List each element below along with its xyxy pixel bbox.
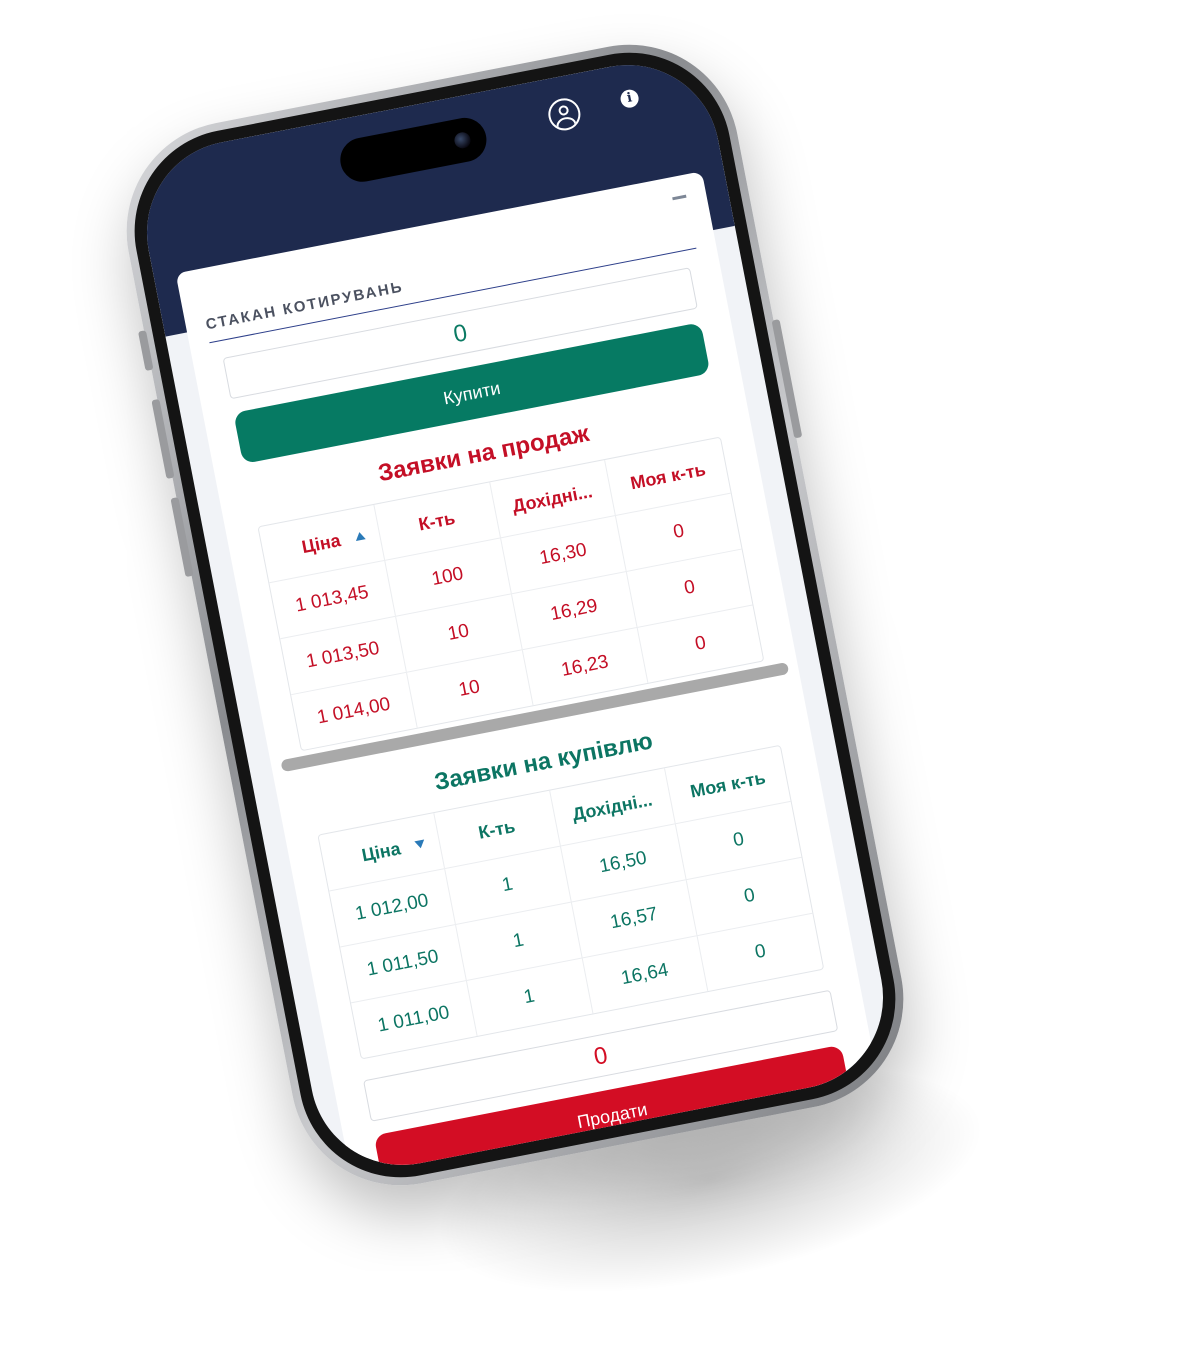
sort-ascending-icon[interactable] xyxy=(354,531,366,542)
dynamic-island xyxy=(336,114,491,186)
panel-title: СТАКАН КОТИРУВАНЬ xyxy=(204,278,405,334)
camera-icon xyxy=(453,130,472,150)
sort-descending-icon[interactable] xyxy=(414,839,426,850)
info-icon[interactable]: i xyxy=(619,88,641,110)
minus-icon[interactable] xyxy=(672,194,687,201)
phone-screen: i СТАКАН КОТИРУВАНЬ 0 Купити Заявки на п… xyxy=(131,49,899,1181)
user-circle-icon[interactable] xyxy=(545,95,584,134)
phone-mockup: i СТАКАН КОТИРУВАНЬ 0 Купити Заявки на п… xyxy=(107,25,923,1205)
